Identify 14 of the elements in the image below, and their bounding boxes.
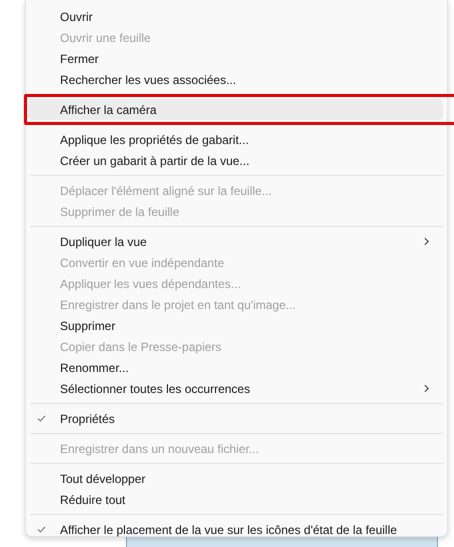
menu-item[interactable]: Sélectionner toutes les occurrences — [28, 378, 443, 399]
menu-item[interactable]: Afficher le placement de la vue sur les icônes d'état de la feuille — [28, 519, 443, 540]
menu-item[interactable]: Applique les propriétés de gabarit... — [28, 129, 443, 150]
menu-item[interactable]: Supprimer — [28, 315, 443, 336]
menu-item[interactable]: Ouvrir — [28, 6, 443, 27]
menu-item[interactable]: Renommer... — [28, 357, 443, 378]
menu-item[interactable]: Tout développer — [28, 468, 443, 489]
menu-item[interactable]: Afficher la caméra — [28, 99, 443, 120]
menu-item[interactable]: Fermer — [28, 48, 443, 69]
menu-item[interactable]: Propriétés — [28, 408, 443, 429]
menu-item[interactable]: Rechercher les vues associées... — [28, 69, 443, 90]
menu-item[interactable]: Réduire tout — [28, 489, 443, 510]
menu-item[interactable]: Créer un gabarit à partir de la vue... — [28, 150, 443, 171]
menu-item[interactable]: Dupliquer la vue — [28, 231, 443, 252]
